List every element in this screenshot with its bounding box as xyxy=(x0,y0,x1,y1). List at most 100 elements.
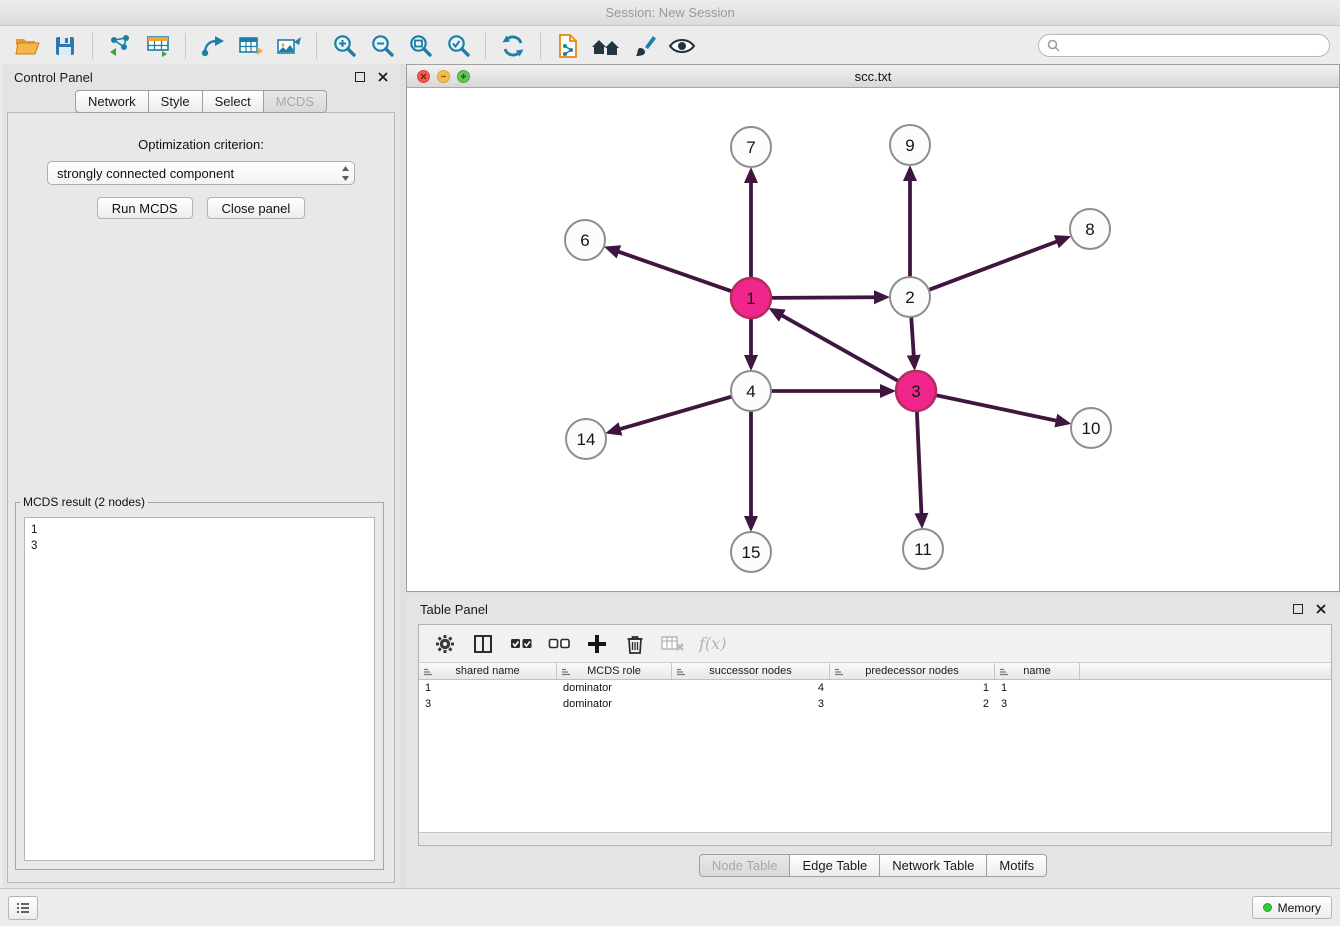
select-all-icon xyxy=(510,637,533,651)
list-icon xyxy=(16,902,30,914)
column-header-name[interactable]: name xyxy=(995,663,1080,679)
memory-label: Memory xyxy=(1278,901,1321,915)
float-panel-button[interactable] xyxy=(355,72,365,82)
float-table-panel-button[interactable] xyxy=(1293,604,1303,614)
table-cell[interactable]: dominator xyxy=(557,696,672,712)
deselect-all-button[interactable] xyxy=(547,631,571,657)
graph-edge-3-1[interactable] xyxy=(781,315,898,381)
graph-node-label: 6 xyxy=(580,231,589,250)
tab-mcds[interactable]: MCDS xyxy=(264,90,327,113)
network-file-icon xyxy=(556,33,580,59)
home-button[interactable] xyxy=(587,30,625,62)
tab-style[interactable]: Style xyxy=(149,90,203,113)
graph-node-label: 10 xyxy=(1082,419,1101,438)
control-panel-header: Control Panel xyxy=(2,64,400,90)
import-network-button[interactable] xyxy=(101,30,139,62)
sort-icon xyxy=(423,667,433,677)
table-cell[interactable]: 1 xyxy=(419,680,557,696)
node-table-header: shared nameMCDS role successor nodes prede… xyxy=(419,663,1331,680)
graph-edge-2-8[interactable] xyxy=(929,241,1058,290)
table-scrollbar[interactable] xyxy=(419,832,1331,845)
graph-edge-3-10[interactable] xyxy=(936,395,1057,421)
search-box[interactable] xyxy=(1038,34,1330,57)
table-cell[interactable]: 2 xyxy=(830,696,995,712)
column-header-predecessor-nodes[interactable]: predecessor nodes xyxy=(830,663,995,679)
graph-node-label: 15 xyxy=(742,543,761,562)
task-history-button[interactable] xyxy=(8,896,38,920)
zoom-out-button[interactable] xyxy=(363,30,401,62)
network-from-selection-button[interactable] xyxy=(194,30,232,62)
table-row[interactable]: 1dominator411 xyxy=(419,680,1331,696)
select-all-button[interactable] xyxy=(509,631,533,657)
open-file-button[interactable] xyxy=(8,30,46,62)
zoom-selected-button[interactable] xyxy=(439,30,477,62)
toolbar-separator xyxy=(92,33,93,59)
import-table-button[interactable] xyxy=(139,30,177,62)
close-panel-action-button[interactable]: Close panel xyxy=(207,197,306,219)
window-zoom-button[interactable] xyxy=(457,70,470,83)
delete-selected-button[interactable] xyxy=(623,631,647,657)
graph-node-label: 9 xyxy=(905,136,914,155)
optimization-criterion-select[interactable]: strongly connected component xyxy=(47,161,355,185)
column-header-mcds-role[interactable]: MCDS role xyxy=(557,663,672,679)
toolbar-separator xyxy=(185,33,186,59)
column-label: name xyxy=(1023,665,1051,677)
mcds-result-list[interactable]: 13 xyxy=(24,517,375,861)
tab-select[interactable]: Select xyxy=(203,90,264,113)
graph-edge-1-6[interactable] xyxy=(618,252,732,292)
columns-icon xyxy=(473,634,493,654)
search-input[interactable] xyxy=(1065,39,1321,53)
paint-style-button[interactable] xyxy=(625,30,663,62)
column-header-successor-nodes[interactable]: successor nodes xyxy=(672,663,830,679)
graph-edge-3-11[interactable] xyxy=(917,411,922,514)
graph-edge-2-3[interactable] xyxy=(911,317,913,356)
tab-network-table[interactable]: Network Table xyxy=(880,854,987,877)
delete-column-button[interactable] xyxy=(661,631,685,657)
tab-motifs[interactable]: Motifs xyxy=(987,854,1047,877)
tab-node-table[interactable]: Node Table xyxy=(699,854,791,877)
table-cell[interactable]: 3 xyxy=(672,696,830,712)
table-cell[interactable]: 4 xyxy=(672,680,830,696)
table-cell[interactable]: 1 xyxy=(995,680,1080,696)
plus-icon xyxy=(587,634,607,654)
table-row[interactable]: 3dominator323 xyxy=(419,696,1331,712)
window-minimize-button[interactable] xyxy=(437,70,450,83)
table-cell[interactable]: 3 xyxy=(995,696,1080,712)
tab-network[interactable]: Network xyxy=(75,90,149,113)
table-panel-header: Table Panel xyxy=(406,596,1340,622)
zoom-fit-button[interactable] xyxy=(401,30,439,62)
table-cell[interactable]: 3 xyxy=(419,696,557,712)
table-settings-button[interactable] xyxy=(433,631,457,657)
save-session-button[interactable] xyxy=(46,30,84,62)
show-columns-button[interactable] xyxy=(471,631,495,657)
apply-layout-button[interactable] xyxy=(494,30,532,62)
show-hide-button[interactable] xyxy=(663,30,701,62)
zoom-in-button[interactable] xyxy=(325,30,363,62)
add-row-button[interactable] xyxy=(585,631,609,657)
run-mcds-button[interactable]: Run MCDS xyxy=(97,197,193,219)
control-panel-title: Control Panel xyxy=(14,70,93,85)
close-table-panel-button[interactable] xyxy=(1316,604,1326,614)
save-icon xyxy=(53,34,77,58)
network-window-titlebar[interactable]: scc.txt xyxy=(407,65,1339,88)
window-close-button[interactable] xyxy=(417,70,430,83)
graph-node-label: 3 xyxy=(911,382,920,401)
column-header-shared-name[interactable]: shared name xyxy=(419,663,557,679)
graph-edge-1-2[interactable] xyxy=(771,297,875,298)
column-label: successor nodes xyxy=(709,665,792,677)
export-image-button[interactable] xyxy=(270,30,308,62)
window-title: Session: New Session xyxy=(605,5,734,20)
table-cell[interactable]: dominator xyxy=(557,680,672,696)
export-table-button[interactable] xyxy=(232,30,270,62)
memory-button[interactable]: Memory xyxy=(1252,896,1332,919)
network-canvas[interactable]: 7968124314101511 xyxy=(407,89,1339,592)
table-cell[interactable]: 1 xyxy=(830,680,995,696)
tab-edge-table[interactable]: Edge Table xyxy=(790,854,880,877)
function-builder-button[interactable]: f(x) xyxy=(699,631,726,657)
window-titlebar: Session: New Session xyxy=(0,0,1340,26)
network-from-file-button[interactable] xyxy=(549,30,587,62)
toolbar-separator xyxy=(485,33,486,59)
table-delete-icon xyxy=(661,635,685,653)
close-panel-button[interactable] xyxy=(378,72,388,82)
graph-edge-4-14[interactable] xyxy=(620,397,732,430)
